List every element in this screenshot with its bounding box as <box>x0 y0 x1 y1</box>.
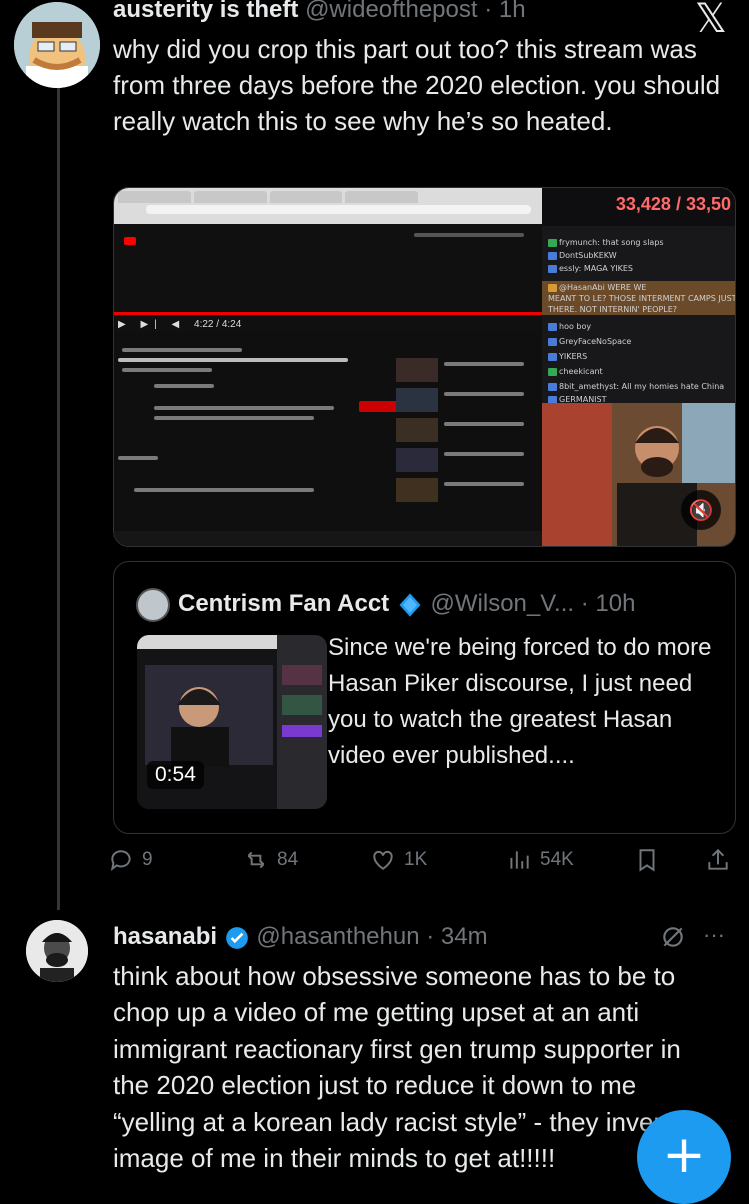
tweet2-time[interactable]: · 34m <box>426 923 487 950</box>
tweet2-text: think about how obsessive someone has to… <box>113 961 712 1174</box>
quoted-tweet-avatar[interactable] <box>136 588 170 622</box>
repost-icon <box>247 851 265 869</box>
grok-icon[interactable] <box>660 924 686 950</box>
tweet1-action-bar: 9 84 1K 54K <box>108 847 738 877</box>
more-options-icon[interactable]: ··· <box>703 922 725 948</box>
chat-line: @HasanAbi WERE WE <box>559 283 647 292</box>
reply-icon <box>110 850 131 871</box>
like-icon <box>373 850 393 870</box>
chat-line: GreyFaceNoSpace <box>559 337 632 346</box>
tweet2-header: hasanabi @hasanthehun · 34m <box>113 923 488 951</box>
youtube-player: ▶ ▶| ◀ 4:22 / 4:24 <box>114 224 542 332</box>
thread-connector-line <box>57 88 60 910</box>
tweet2-display-name[interactable]: hasanabi <box>113 923 217 950</box>
chat-line: DontSubKEKW <box>559 251 617 260</box>
tweet2-handle[interactable]: @hasanthehun <box>256 923 419 950</box>
chat-line: MEANT TO LE? THOSE INTERMENT CAMPS JUST … <box>548 294 736 303</box>
reply-button[interactable]: 9 <box>108 847 153 873</box>
tweet1-text: why did you crop this part out too? this… <box>113 34 721 136</box>
views-icon <box>510 851 529 869</box>
chat-line: hoo boy <box>559 322 592 331</box>
video-duration-badge: 0:54 <box>147 761 204 789</box>
quoted-video-thumbnail[interactable]: 0:54 <box>137 635 327 809</box>
mute-icon[interactable]: 🔇 <box>681 490 721 530</box>
tweet1-header: austerity is theft @wideofthepost · 1h <box>113 0 526 24</box>
tweet1-media-image[interactable]: ▶ ▶| ◀ 4:22 / 4:24 33,428 / 33,50 frymun… <box>113 187 736 547</box>
chat-line: essly: MAGA YIKES <box>559 264 633 273</box>
reply-count: 9 <box>142 849 153 870</box>
quoted-display-name[interactable]: Centrism Fan Acct <box>178 590 389 617</box>
chat-line: YIKERS <box>559 352 588 361</box>
quoted-time[interactable]: · 10h <box>581 590 636 617</box>
chat-line: THERE. NOT INTERNIN' PEOPLE? <box>548 305 678 314</box>
quoted-tweet-header: Centrism Fan Acct @Wilson_V... · 10h <box>178 589 635 619</box>
tweet2-avatar[interactable] <box>26 920 88 982</box>
share-button[interactable] <box>705 847 739 873</box>
tweet1-time[interactable]: · 1h <box>484 0 525 23</box>
quoted-handle[interactable]: @Wilson_V... <box>431 590 575 617</box>
views-button[interactable]: 54K <box>506 847 574 873</box>
tweet1-handle[interactable]: @wideofthepost <box>305 0 477 23</box>
verified-badge-icon <box>225 926 248 949</box>
chat-line: cheekicant <box>559 367 603 376</box>
youtube-page-content <box>114 338 542 538</box>
chat-line: 8bit_amethyst: All my homies hate China <box>559 382 725 391</box>
view-count: 54K <box>540 849 574 870</box>
viewer-count: 33,428 / 33,50 <box>615 194 731 214</box>
repost-count: 84 <box>277 849 299 870</box>
browser-toolbar <box>114 188 542 224</box>
quoted-tweet-card[interactable]: Centrism Fan Acct @Wilson_V... · 10h 0:5… <box>113 561 736 834</box>
youtube-window: ▶ ▶| ◀ 4:22 / 4:24 <box>114 188 542 546</box>
like-count: 1K <box>404 849 428 870</box>
like-button[interactable]: 1K <box>370 847 427 873</box>
repost-button[interactable]: 84 <box>243 847 298 873</box>
bookmark-button[interactable] <box>634 847 668 873</box>
chat-line: frymunch: that song slaps <box>559 238 664 247</box>
share-icon <box>708 848 728 870</box>
tweet1-display-name[interactable]: austerity is theft <box>113 0 298 23</box>
bookmark-icon <box>639 849 655 872</box>
verified-badge-icon <box>399 592 421 617</box>
quoted-tweet-text: Since we're being forced to do more Hasa… <box>328 634 712 769</box>
tweet1-avatar[interactable] <box>14 2 100 88</box>
player-time: 4:22 / 4:24 <box>194 319 242 330</box>
compose-plus-icon[interactable]: + <box>637 1110 731 1204</box>
